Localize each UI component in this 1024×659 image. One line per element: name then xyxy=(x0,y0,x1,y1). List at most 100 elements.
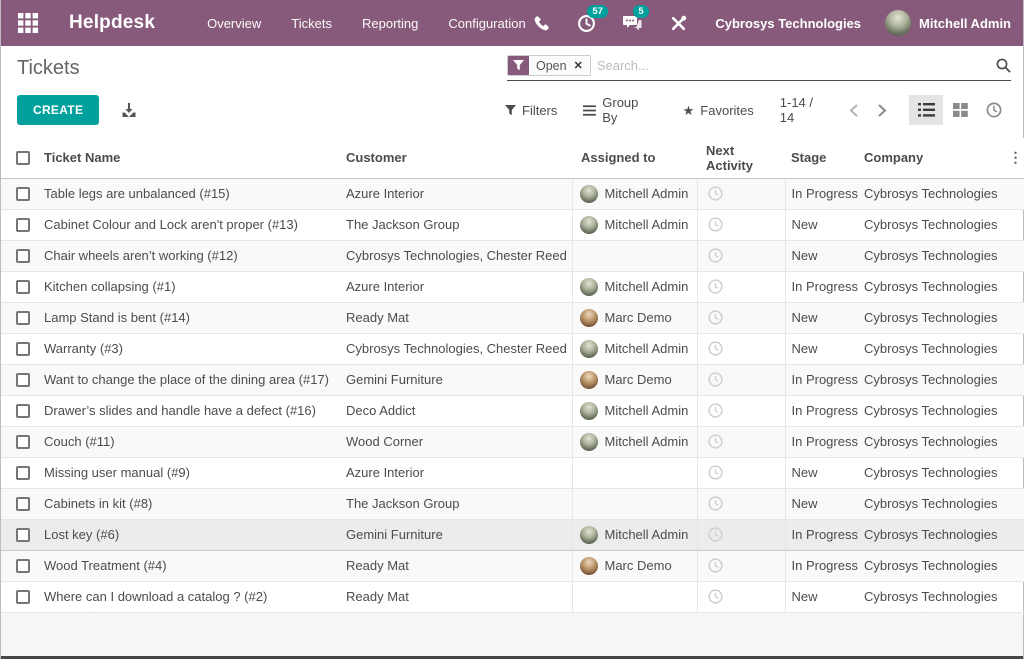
ticket-row[interactable]: Kitchen collapsing (#1) Azure Interior M… xyxy=(1,271,1024,303)
user-name: Mitchell Admin xyxy=(919,15,1011,31)
assigned-to-cell: Mitchell Admin xyxy=(571,333,697,365)
export-download-icon[interactable] xyxy=(121,102,137,118)
activity-clock-icon[interactable] xyxy=(707,496,723,511)
activity-clock-icon[interactable] xyxy=(707,279,723,294)
activity-clock-icon[interactable] xyxy=(707,310,723,325)
activity-clock-icon[interactable] xyxy=(707,527,723,542)
next-activity-cell xyxy=(696,550,785,582)
row-checkbox[interactable] xyxy=(16,465,30,480)
column-header-next-activity[interactable]: Next Activity xyxy=(697,138,785,179)
ticket-row[interactable]: Wood Treatment (#4) Ready Mat Marc Demo … xyxy=(1,550,1024,582)
row-checkbox[interactable] xyxy=(16,434,30,449)
activity-clock-icon[interactable] xyxy=(707,465,723,480)
assigned-to-cell xyxy=(571,581,697,613)
next-activity-cell xyxy=(696,518,785,551)
activity-clock-icon[interactable] xyxy=(707,589,723,604)
activities-clock-icon[interactable]: 57 xyxy=(575,5,608,34)
assigned-to-cell xyxy=(571,457,697,489)
search-icon[interactable] xyxy=(996,58,1011,73)
column-header-ticket-name[interactable]: Ticket Name xyxy=(41,138,343,179)
row-checkbox[interactable] xyxy=(16,527,30,542)
row-checkbox[interactable] xyxy=(16,558,30,573)
stage-cell: New xyxy=(784,457,861,489)
select-all-checkbox[interactable] xyxy=(16,150,30,165)
search-input[interactable] xyxy=(596,58,990,73)
column-header-stage[interactable]: Stage xyxy=(785,138,861,179)
ticket-row[interactable]: Want to change the place of the dining a… xyxy=(1,364,1024,396)
activity-clock-icon[interactable] xyxy=(707,341,723,356)
pager-next-icon[interactable] xyxy=(868,100,897,121)
favorites-button[interactable]: ★ Favorites xyxy=(683,103,754,118)
ticket-row[interactable]: Missing user manual (#9) Azure Interior … xyxy=(1,457,1024,489)
ticket-row[interactable]: Cabinet Colour and Lock aren't proper (#… xyxy=(1,209,1024,241)
ticket-row[interactable]: Chair wheels aren’t working (#12) Cybros… xyxy=(1,240,1024,272)
search-bar: Open ✕ xyxy=(507,55,1011,81)
company-cell: Cybrosys Technologies xyxy=(861,581,1006,613)
phone-icon[interactable] xyxy=(529,12,551,34)
customer-cell: Cybrosys Technologies, Chester Reed xyxy=(343,240,572,272)
ticket-row[interactable]: Cabinets in kit (#8) The Jackson Group N… xyxy=(1,488,1024,520)
ticket-name-cell: Lamp Stand is bent (#14) xyxy=(41,302,343,334)
kanban-view-button[interactable] xyxy=(943,95,977,125)
nav-item-overview[interactable]: Overview xyxy=(207,16,261,31)
facet-close-icon[interactable]: ✕ xyxy=(574,59,583,72)
app-title[interactable]: Helpdesk xyxy=(69,12,155,34)
row-checkbox[interactable] xyxy=(16,217,30,232)
activity-clock-icon[interactable] xyxy=(707,434,723,449)
ticket-row[interactable]: Drawer’s slides and handle have a defect… xyxy=(1,395,1024,427)
apps-menu-icon[interactable] xyxy=(15,10,41,36)
customer-cell: Ready Mat xyxy=(343,550,572,582)
control-panel-bottom: CREATE Filters Group By ★ Favorites 1-14… xyxy=(1,90,1023,130)
ticket-row[interactable]: Warranty (#3) Cybrosys Technologies, Che… xyxy=(1,333,1024,365)
company-cell: Cybrosys Technologies xyxy=(861,518,1006,551)
column-header-company[interactable]: Company xyxy=(861,138,1006,179)
list-view-button[interactable] xyxy=(909,95,943,125)
user-menu[interactable]: Mitchell Admin xyxy=(885,10,1011,36)
activity-clock-icon[interactable] xyxy=(707,217,723,232)
row-checkbox[interactable] xyxy=(16,186,30,201)
star-icon: ★ xyxy=(682,102,695,118)
ticket-row[interactable]: Lost key (#6) Gemini Furniture Mitchell … xyxy=(1,518,1024,551)
row-checkbox[interactable] xyxy=(16,372,30,387)
row-checkbox[interactable] xyxy=(16,403,30,418)
ticket-row[interactable]: Where can I download a catalog ? (#2) Re… xyxy=(1,581,1024,613)
nav-item-tickets[interactable]: Tickets xyxy=(291,16,332,31)
company-cell: Cybrosys Technologies xyxy=(861,302,1006,334)
tools-icon[interactable] xyxy=(667,12,689,34)
column-header-customer[interactable]: Customer xyxy=(343,138,572,179)
next-activity-cell xyxy=(696,457,785,489)
groupby-button[interactable]: Group By xyxy=(583,95,656,125)
optional-columns-icon[interactable]: ⋮ xyxy=(1009,149,1023,165)
row-checkbox[interactable] xyxy=(16,310,30,325)
row-checkbox[interactable] xyxy=(16,279,30,294)
assignee-avatar xyxy=(579,308,598,327)
activity-view-button[interactable] xyxy=(977,95,1011,125)
messages-icon[interactable]: 5 xyxy=(621,5,649,34)
activity-clock-icon[interactable] xyxy=(707,403,723,418)
activity-clock-icon[interactable] xyxy=(707,186,723,201)
row-checkbox[interactable] xyxy=(16,589,30,604)
assignee-name: Mitchell Admin xyxy=(604,217,689,232)
column-header-assigned-to[interactable]: Assigned to xyxy=(572,138,697,179)
ticket-name-cell: Wood Treatment (#4) xyxy=(41,550,343,582)
activity-clock-icon[interactable] xyxy=(707,558,723,573)
filters-button[interactable]: Filters xyxy=(505,103,557,118)
company-cell: Cybrosys Technologies xyxy=(861,240,1006,272)
ticket-row[interactable]: Table legs are unbalanced (#15) Azure In… xyxy=(1,178,1024,210)
customer-cell: The Jackson Group xyxy=(343,209,572,241)
ticket-row[interactable]: Couch (#11) Wood Corner Mitchell Admin I… xyxy=(1,426,1024,458)
nav-item-reporting[interactable]: Reporting xyxy=(362,16,418,31)
next-activity-cell xyxy=(696,581,785,613)
customer-cell: Wood Corner xyxy=(343,426,572,458)
nav-item-configuration[interactable]: Configuration xyxy=(448,16,525,31)
row-checkbox[interactable] xyxy=(16,496,30,511)
activity-clock-icon[interactable] xyxy=(707,248,723,263)
messages-badge: 5 xyxy=(633,5,649,18)
ticket-row[interactable]: Lamp Stand is bent (#14) Ready Mat Marc … xyxy=(1,302,1024,334)
pager-prev-icon[interactable] xyxy=(839,100,868,121)
row-checkbox[interactable] xyxy=(16,341,30,356)
company-switcher[interactable]: Cybrosys Technologies xyxy=(715,16,861,31)
row-checkbox[interactable] xyxy=(16,248,30,263)
create-button[interactable]: CREATE xyxy=(17,95,100,125)
activity-clock-icon[interactable] xyxy=(707,372,723,387)
